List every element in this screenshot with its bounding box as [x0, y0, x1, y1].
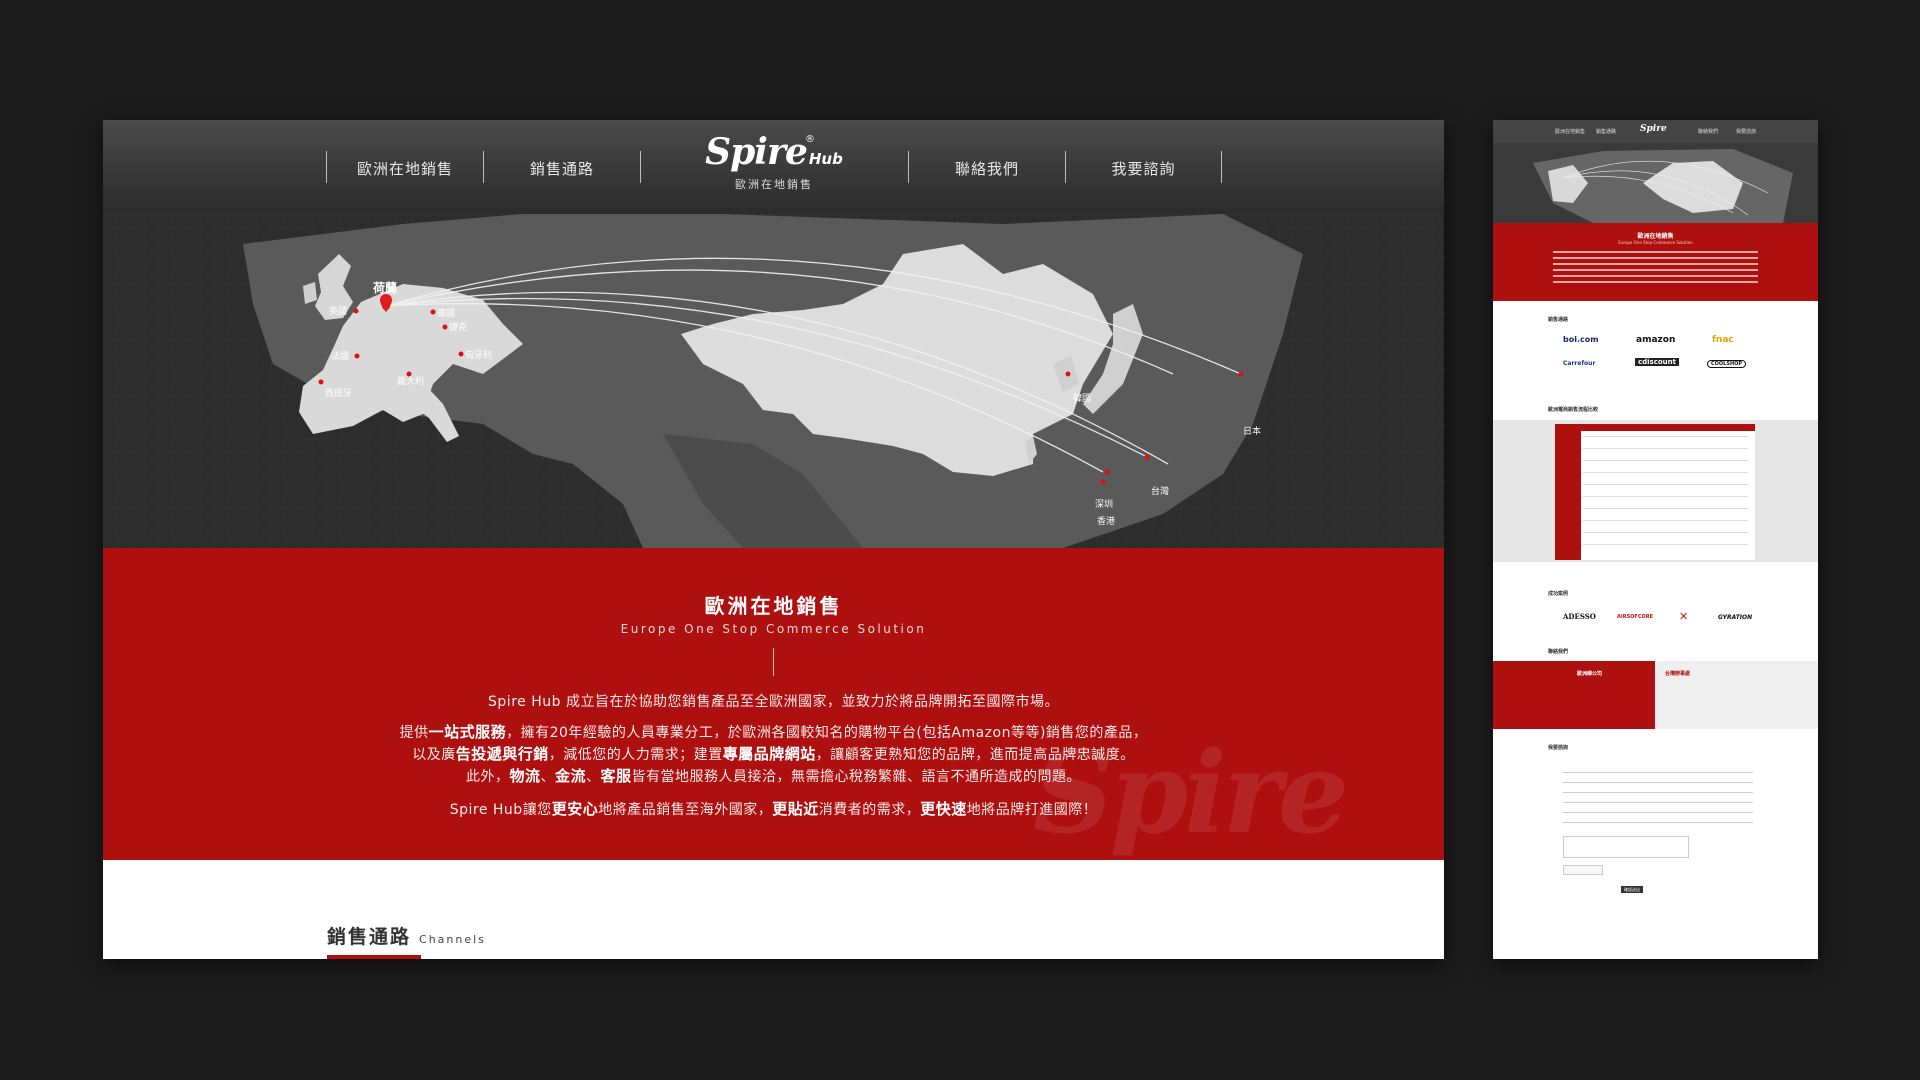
adesso-logo: ADESSO — [1563, 612, 1596, 621]
map-label-uk: 英國 — [329, 305, 347, 317]
intro-line-1: Spire Hub 成立旨在於協助您銷售產品至全歐洲國家，並致力於將品牌開拓至國… — [488, 694, 1059, 710]
office-europe-title: 歐洲總公司 — [1577, 671, 1603, 677]
logo-registered-mark: ® — [805, 134, 815, 145]
map-label-hu: 匈牙利 — [465, 349, 492, 361]
mini-contact-title: 聯絡我們 — [1548, 649, 1569, 655]
coolshop-logo: COOLSHOP — [1707, 360, 1747, 368]
mini-comparison-table — [1555, 424, 1755, 560]
mini-intro-text-lines — [1553, 251, 1758, 253]
nav-item-channels[interactable]: 銷售通路 — [484, 152, 640, 184]
channels-title: 銷售通路 — [327, 926, 412, 948]
intro-title: 歐洲在地銷售 — [704, 594, 843, 618]
map-graphic: 荷蘭 英國 德國 捷克 法國 匈牙利 義大利 西班牙 韓國 日本 深圳 香港 台… — [103, 214, 1444, 548]
map-label-nl: 荷蘭 — [372, 280, 397, 295]
nav-divider — [1221, 151, 1222, 183]
nav-item-contact[interactable]: 聯絡我們 — [909, 152, 1065, 184]
mini-logo[interactable]: Spire — [1640, 124, 1667, 134]
mini-office-europe: 歐洲總公司 — [1493, 661, 1655, 729]
mini-channels-title: 銷售通路 — [1548, 317, 1569, 323]
intro-divider — [773, 648, 774, 676]
nav-item-europe-sales[interactable]: 歐洲在地銷售 — [327, 152, 483, 184]
desktop-mockup: 歐洲在地銷售 銷售通路 SpireHub ® 歐洲在地銷售 聯絡我們 我要諮詢 — [103, 120, 1444, 959]
nav-item-consult[interactable]: 我要諮詢 — [1066, 152, 1221, 184]
mini-form-fields[interactable] — [1563, 772, 1753, 773]
client-x-logo: ✕ — [1679, 610, 1689, 623]
fnac-logo: fnac — [1712, 335, 1734, 345]
mini-nav: 歐洲在地銷售 銷售通路 Spire 聯絡我們 我要諮詢 — [1493, 120, 1818, 143]
intro-line-5: Spire Hub讓您更安心地將產品銷售至海外國家，更貼近消費者的需求，更快速地… — [449, 800, 1098, 818]
channels-heading: 銷售通路 Channels — [327, 922, 486, 949]
gyration-logo: GYRATION — [1718, 614, 1753, 621]
mini-office-taiwan: 台灣辦事處 — [1655, 661, 1818, 729]
mini-map — [1493, 143, 1818, 223]
cdiscount-logo: cdiscount — [1635, 358, 1679, 366]
channels-subtitle: Channels — [419, 933, 486, 946]
mini-nav-item[interactable]: 聯絡我們 — [1698, 128, 1718, 135]
amazon-logo: amazon — [1636, 335, 1676, 345]
logo-subtitle: 歐洲在地銷售 — [735, 178, 813, 191]
map-label-es: 西班牙 — [325, 387, 352, 399]
map-label-kr: 韓國 — [1073, 393, 1091, 404]
intro-line-4: 此外，物流、金流、客服皆有當地服務人員接洽，無需擔心稅務繁雜、語言不通所造成的問… — [465, 767, 1082, 785]
office-taiwan-title: 台灣辦事處 — [1665, 671, 1691, 677]
map-label-sz: 深圳 — [1095, 499, 1113, 510]
mini-nav-item[interactable]: 銷售通路 — [1596, 128, 1616, 135]
map-label-hk: 香港 — [1097, 515, 1115, 527]
logo-wordmark: Spire — [705, 131, 808, 173]
bol-logo: bol.com — [1563, 335, 1599, 344]
intro-line-2: 提供一站式服務，擁有20年經驗的人員專業分工，於歐洲各國較知名的購物平台(包括A… — [399, 723, 1148, 741]
map-label-fr: 法國 — [331, 350, 349, 362]
fullpage-mockup: 歐洲在地銷售 銷售通路 Spire 聯絡我們 我要諮詢 歐洲在地銷售 Europ… — [1493, 120, 1818, 959]
channels-underline — [327, 955, 421, 959]
mini-nav-item[interactable]: 我要諮詢 — [1736, 128, 1756, 135]
mini-form-message[interactable] — [1563, 836, 1689, 858]
intro-line-3: 以及廣告投遞與行銷，減低您的人力需求；建置專屬品牌網站，讓顧客更熟知您的品牌，進… — [412, 745, 1135, 763]
carrefour-logo: Carrefour — [1563, 360, 1596, 367]
intro-section: Spire 歐洲在地銷售 Europe One Stop Commerce So… — [103, 548, 1444, 860]
mini-submit-button[interactable]: 確認送出 — [1621, 886, 1643, 893]
logo-hub: Hub — [808, 150, 843, 168]
spire-hub-logo[interactable]: Spire Hub ® 歐洲在地銷售 — [704, 132, 844, 204]
mini-table-title: 歐洲電商銷售流程比較 — [1548, 407, 1599, 413]
mini-form-title: 我要諮詢 — [1548, 745, 1569, 751]
mini-intro-sub: Europe One Stop Commerce Solution — [1618, 240, 1693, 245]
nav-divider — [640, 151, 641, 183]
mini-nav-item[interactable]: 歐洲在地銷售 — [1555, 128, 1585, 135]
mini-clients-title: 成功案例 — [1548, 591, 1569, 597]
top-nav: 歐洲在地銷售 銷售通路 Spire Hub ® 歐洲在地銷售 聯絡我們 我要諮詢 — [103, 120, 1444, 214]
map-label-tw: 台灣 — [1151, 485, 1169, 497]
map-label-de: 德國 — [437, 307, 455, 319]
intro-subtitle: Europe One Stop Commerce Solution — [620, 622, 927, 636]
mini-intro-title: 歐洲在地銷售 — [1637, 233, 1674, 240]
map-label-it: 義大利 — [397, 375, 424, 387]
airsoftcore-logo: AIRSOFCORE — [1617, 614, 1654, 620]
mini-intro: 歐洲在地銷售 Europe One Stop Commerce Solution — [1493, 223, 1818, 301]
map-label-cz: 捷克 — [449, 321, 467, 333]
world-map-hero: 荷蘭 英國 德國 捷克 法國 匈牙利 義大利 西班牙 韓國 日本 深圳 香港 台… — [103, 214, 1444, 548]
map-label-jp: 日本 — [1243, 425, 1261, 437]
mini-captcha[interactable] — [1563, 865, 1603, 875]
